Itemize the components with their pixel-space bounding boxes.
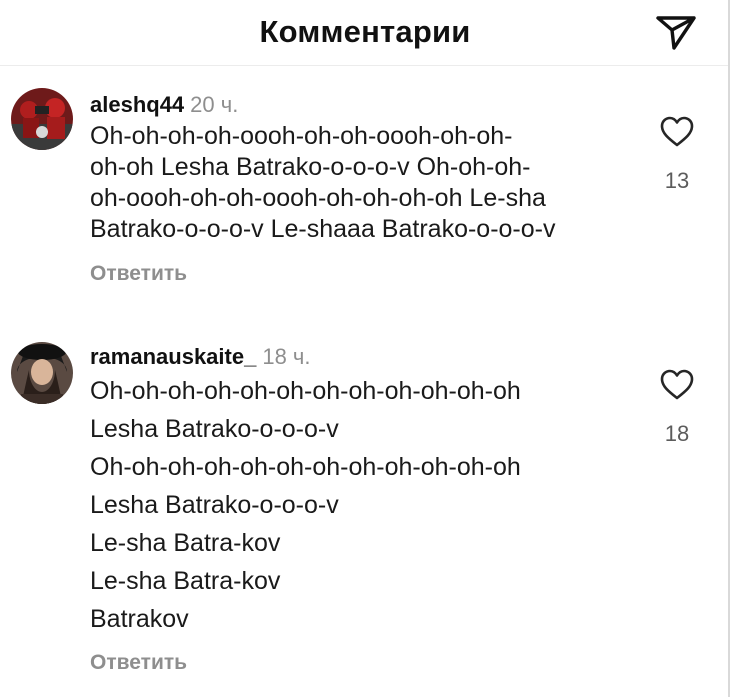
avatar[interactable] bbox=[11, 342, 73, 404]
reply-button[interactable]: Ответить bbox=[90, 651, 187, 675]
comment-text-line: Le-sha Batra-kov bbox=[90, 567, 281, 595]
comment-username[interactable]: aleshq44 bbox=[90, 92, 184, 117]
comment-text-line: Oh-oh-oh-oh-oh-oh-oh-oh-oh-oh-oh-oh bbox=[90, 453, 521, 481]
comment-text-line: Le-sha Batra-kov bbox=[90, 529, 281, 557]
heart-icon[interactable] bbox=[660, 369, 694, 401]
reply-button[interactable]: Ответить bbox=[90, 262, 187, 286]
comment-text-line: Oh-oh-oh-oh-oooh-oh-oh-oooh-oh-oh- bbox=[90, 122, 513, 150]
comment-meta: aleshq44 20 ч. bbox=[90, 92, 238, 118]
avatar-photo-icon bbox=[11, 88, 73, 150]
like-count: 18 bbox=[664, 421, 690, 446]
paper-plane-icon[interactable] bbox=[654, 10, 698, 54]
comment-text-line: oh-oh Lesha Batrako-o-o-o-v Oh-oh-oh- bbox=[90, 153, 531, 181]
avatar-photo-icon bbox=[11, 342, 73, 404]
comment-text: Oh-oh-oh-oh-oooh-oh-oh-oooh-oh-oh- oh-oh… bbox=[90, 121, 650, 245]
like-count: 13 bbox=[664, 168, 690, 193]
comment-text-line: Lesha Batrako-o-o-o-v bbox=[90, 491, 339, 519]
page-title: Комментарии bbox=[259, 14, 471, 49]
comment-meta: ramanauskaite_ 18 ч. bbox=[90, 344, 311, 370]
comment-time: 18 ч. bbox=[262, 344, 311, 369]
comment-time: 20 ч. bbox=[190, 92, 239, 117]
comment-text-line: Oh-oh-oh-oh-oh-oh-oh-oh-oh-oh-oh-oh bbox=[90, 377, 521, 405]
comment-username[interactable]: ramanauskaite_ bbox=[90, 344, 256, 369]
avatar[interactable] bbox=[11, 88, 73, 150]
comment-text: Oh-oh-oh-oh-oh-oh-oh-oh-oh-oh-oh-oh Lesh… bbox=[90, 372, 650, 638]
comments-header: Комментарии bbox=[0, 0, 730, 66]
comment-text-line: Lesha Batrako-o-o-o-v bbox=[90, 415, 339, 443]
comment-text-line: Batrakov bbox=[90, 605, 189, 633]
comment-text-line: Batrako-o-o-o-v Le-shaaa Batrako-o-o-o-v bbox=[90, 215, 556, 243]
comment-text-line: oh-oooh-oh-oh-oooh-oh-oh-oh-oh Le-sha bbox=[90, 184, 546, 212]
heart-icon[interactable] bbox=[660, 116, 694, 148]
